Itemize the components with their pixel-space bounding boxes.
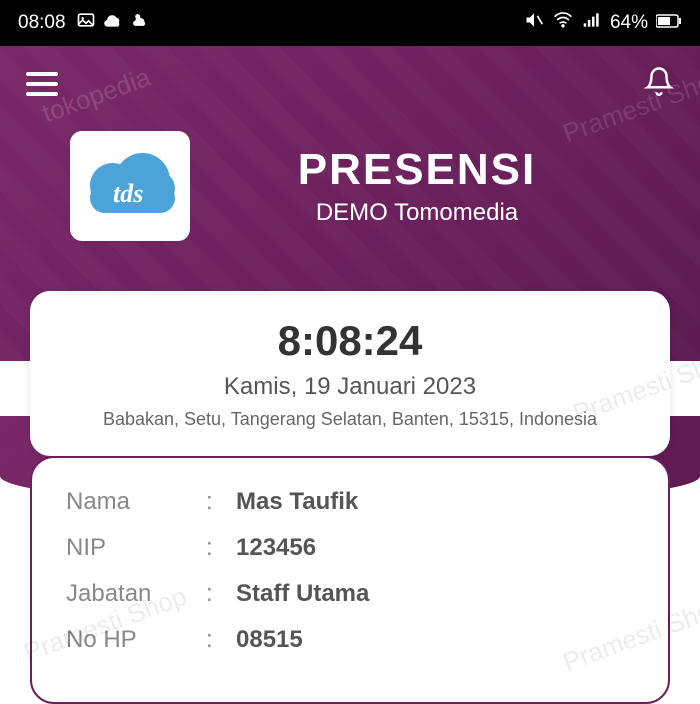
notifications-button[interactable] — [644, 66, 674, 101]
status-bar: 08:08 64% — [0, 0, 700, 46]
mute-icon — [524, 10, 544, 36]
signal-icon — [582, 10, 602, 36]
info-value: 123456 — [236, 534, 316, 562]
info-row: NIP : 123456 — [66, 534, 634, 562]
user-info-card: Nama : Mas Taufik NIP : 123456 Jabatan :… — [30, 456, 670, 704]
wifi-icon — [552, 10, 574, 36]
weather-icon — [130, 10, 152, 36]
info-value: 08515 — [236, 626, 303, 654]
info-row: Nama : Mas Taufik — [66, 488, 634, 516]
logo-text: tds — [113, 179, 143, 209]
menu-button[interactable] — [26, 72, 58, 96]
app-logo: tds — [70, 131, 190, 241]
status-time: 08:08 — [18, 12, 66, 34]
page-title: PRESENSI — [214, 145, 620, 195]
info-value: Mas Taufik — [236, 488, 358, 516]
cloud-icon — [102, 10, 124, 36]
clock-time: 8:08:24 — [50, 317, 650, 365]
page-subtitle: DEMO Tomomedia — [214, 199, 620, 227]
clock-card: 8:08:24 Kamis, 19 Januari 2023 Babakan, … — [30, 291, 670, 456]
info-value: Staff Utama — [236, 580, 369, 608]
clock-location: Babakan, Setu, Tangerang Selatan, Banten… — [50, 409, 650, 430]
info-label: Nama — [66, 488, 206, 516]
info-label: NIP — [66, 534, 206, 562]
info-label: Jabatan — [66, 580, 206, 608]
battery-icon — [656, 12, 682, 34]
image-icon — [76, 10, 96, 36]
info-row: No HP : 08515 — [66, 626, 634, 654]
info-label: No HP — [66, 626, 206, 654]
info-row: Jabatan : Staff Utama — [66, 580, 634, 608]
battery-text: 64% — [610, 12, 648, 34]
clock-date: Kamis, 19 Januari 2023 — [50, 373, 650, 401]
